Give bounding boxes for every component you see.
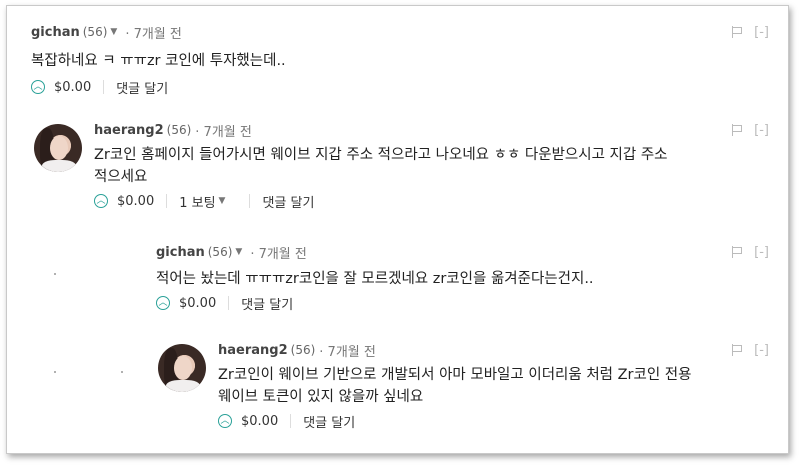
- flag-icon[interactable]: [732, 26, 743, 38]
- comment-2: haerang2 (56) · 7개월 전 [-] Zr코인 홈페이지 들어가시…: [94, 120, 769, 212]
- payout-value[interactable]: $0.00: [117, 194, 154, 209]
- chevron-up-icon[interactable]: ︿: [94, 194, 108, 208]
- comment-body-line: Zr코인이 웨이브 기반으로 개발되서 아마 모바일고 이더리움 처럼 Zr코인…: [218, 367, 692, 383]
- comment-body: 복잡하네요 ㅋ ㅠㅠzr 코인에 투자했는데..: [31, 50, 769, 72]
- comment-actions: ︿ $0.00 댓글 달기: [218, 410, 769, 432]
- payout-value[interactable]: $0.00: [54, 80, 91, 95]
- payout-value[interactable]: $0.00: [179, 296, 216, 311]
- caret-down-icon[interactable]: ▼: [235, 247, 242, 257]
- comment-controls: [-]: [732, 22, 769, 42]
- comment-body: Zr코인이 웨이브 기반으로 개발되서 아마 모바일고 이더리움 처럼 Zr코인…: [218, 364, 769, 408]
- comment-thread: gichan (56) ▼ · 7개월 전 [-] 복잡하네요 ㅋ ㅠㅠzr 코…: [6, 5, 789, 454]
- comment-body-line: 적어는 놨는데 ㅠㅠㅠzr코인을 잘 모르겠네요 zr코인을 옮겨준다는건지..: [156, 271, 594, 287]
- comment-body-line: Zr코인 홈페이지 들어가시면 웨이브 지갑 주소 적으라고 나오네요 ㅎㅎ 다…: [94, 147, 668, 163]
- comment-controls: [-]: [732, 120, 769, 140]
- comment-controls: [-]: [732, 340, 769, 360]
- divider: [103, 80, 105, 94]
- reply-button[interactable]: 댓글 달기: [241, 294, 293, 313]
- author-name[interactable]: haerang2: [94, 123, 164, 138]
- author-reputation: (56): [166, 123, 192, 137]
- comment-body-line: 복잡하네요 ㅋ ㅠㅠzr 코인에 투자했는데..: [31, 53, 286, 69]
- caret-down-icon[interactable]: ▼: [219, 196, 226, 206]
- author-reputation: (56): [82, 25, 108, 39]
- comment-body-line: 웨이브 토큰이 있지 않을까 싶네요: [218, 389, 424, 405]
- collapse-button[interactable]: [-]: [754, 343, 769, 358]
- thread-indent-dot: [54, 371, 56, 373]
- flag-icon[interactable]: [732, 124, 743, 136]
- comment-meta: haerang2 (56) · 7개월 전: [218, 340, 769, 360]
- chevron-up-icon[interactable]: ︿: [156, 296, 170, 310]
- divider: [249, 194, 251, 208]
- comment-meta: haerang2 (56) · 7개월 전: [94, 120, 769, 140]
- comment-actions: ︿ $0.00 댓글 달기: [156, 292, 769, 314]
- caret-down-icon[interactable]: ▼: [110, 27, 117, 37]
- reply-button[interactable]: 댓글 달기: [116, 78, 168, 97]
- comment-controls: [-]: [732, 242, 769, 262]
- flag-icon[interactable]: [732, 246, 743, 258]
- collapse-button[interactable]: [-]: [754, 245, 769, 260]
- thread-indent-dot: [54, 273, 56, 275]
- author-reputation: (56): [207, 245, 233, 259]
- comment-body: 적어는 놨는데 ㅠㅠㅠzr코인을 잘 모르겠네요 zr코인을 옮겨준다는건지..: [156, 268, 769, 290]
- avatar[interactable]: [34, 124, 82, 172]
- reply-button[interactable]: 댓글 달기: [262, 192, 314, 211]
- comment-meta: gichan (56) ▼ · 7개월 전: [31, 22, 769, 42]
- author-name[interactable]: gichan: [156, 245, 205, 260]
- timestamp[interactable]: · 7개월 전: [319, 341, 376, 360]
- flag-icon[interactable]: [732, 344, 743, 356]
- avatar[interactable]: [158, 344, 206, 392]
- divider: [290, 414, 292, 428]
- chevron-up-icon[interactable]: ︿: [218, 414, 232, 428]
- collapse-button[interactable]: [-]: [754, 25, 769, 40]
- comment-1: gichan (56) ▼ · 7개월 전 [-] 복잡하네요 ㅋ ㅠㅠzr 코…: [31, 22, 769, 98]
- vote-count[interactable]: 1 보팅: [179, 192, 215, 211]
- timestamp[interactable]: · 7개월 전: [250, 243, 307, 262]
- comment-actions: ︿ $0.00 1 보팅 ▼ 댓글 달기: [94, 190, 769, 212]
- comment-4: haerang2 (56) · 7개월 전 [-] Zr코인이 웨이브 기반으로…: [218, 340, 769, 432]
- comment-body: Zr코인 홈페이지 들어가시면 웨이브 지갑 주소 적으라고 나오네요 ㅎㅎ 다…: [94, 144, 769, 188]
- divider: [166, 194, 168, 208]
- comment-3: gichan (56) ▼ · 7개월 전 [-] 적어는 놨는데 ㅠㅠㅠzr코…: [156, 242, 769, 314]
- author-reputation: (56): [290, 343, 316, 357]
- thread-indent-dot: [121, 371, 123, 373]
- reply-button[interactable]: 댓글 달기: [303, 412, 355, 431]
- timestamp[interactable]: · 7개월 전: [125, 23, 182, 42]
- author-name[interactable]: gichan: [31, 25, 80, 40]
- timestamp[interactable]: · 7개월 전: [195, 121, 252, 140]
- divider: [228, 296, 230, 310]
- collapse-button[interactable]: [-]: [754, 123, 769, 138]
- payout-value[interactable]: $0.00: [241, 414, 278, 429]
- comment-body-line: 적으세요: [94, 169, 148, 185]
- chevron-up-icon[interactable]: ︿: [31, 80, 45, 94]
- comment-actions: ︿ $0.00 댓글 달기: [31, 76, 769, 98]
- author-name[interactable]: haerang2: [218, 343, 288, 358]
- comment-meta: gichan (56) ▼ · 7개월 전: [156, 242, 769, 262]
